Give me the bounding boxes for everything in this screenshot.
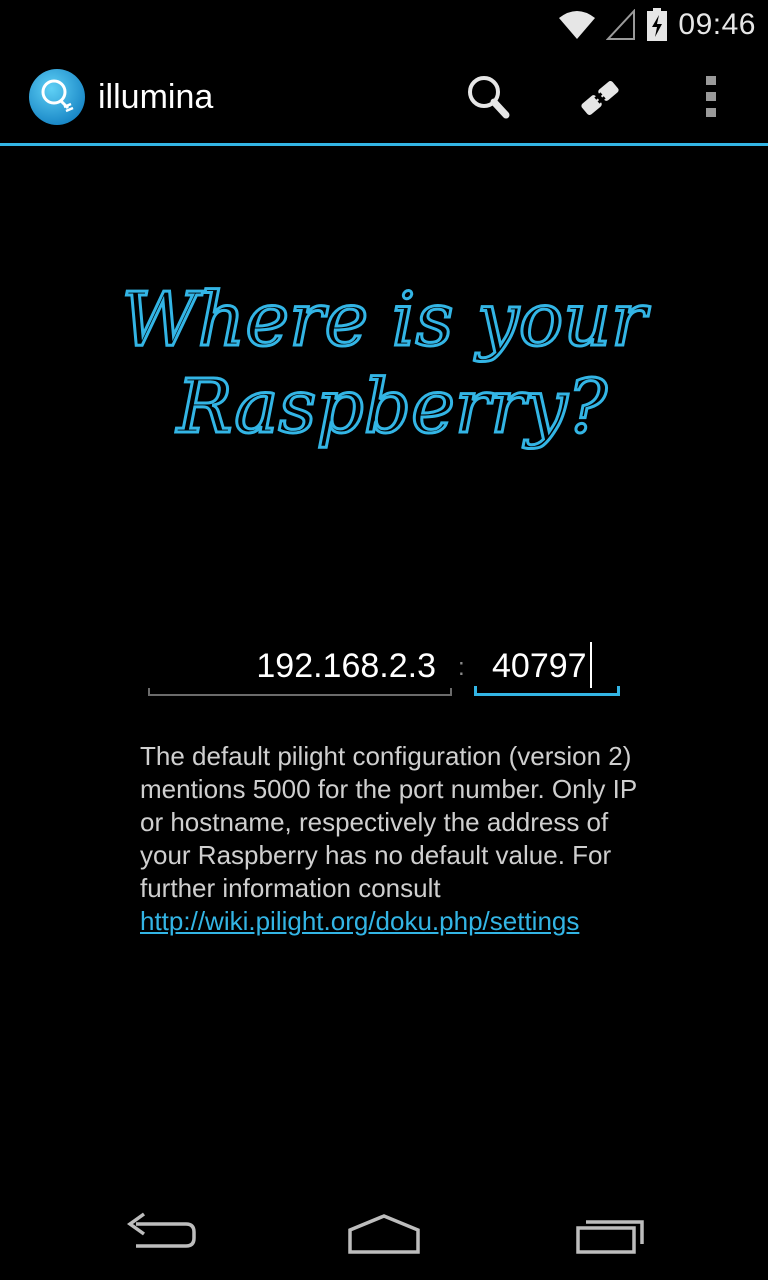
port-input[interactable] [474,640,620,692]
port-underline [474,686,620,696]
cell-signal-icon [606,9,636,40]
port-field[interactable] [474,640,620,696]
host-port-separator: : [458,654,465,681]
status-time: 09:46 [678,8,756,41]
action-bar-divider [0,143,768,146]
status-bar: 09:46 [0,0,768,50]
text-cursor [590,642,592,688]
settings-link[interactable]: http://wiki.pilight.org/doku.php/setting… [140,906,579,936]
recents-icon[interactable] [570,1206,650,1266]
heading-line-1: Where is your [122,277,651,363]
heading-line-2: Raspberry? [175,364,609,450]
plug-icon[interactable] [572,70,628,126]
wifi-icon [559,11,596,39]
overflow-menu-icon[interactable] [684,70,740,126]
battery-charging-icon [647,8,668,41]
search-icon[interactable] [460,70,516,126]
host-underline [148,688,452,696]
host-field[interactable] [148,640,452,696]
host-input[interactable] [148,640,452,692]
status-icons: 09:46 [558,4,756,46]
home-icon[interactable] [344,1206,424,1266]
back-icon[interactable] [122,1206,202,1266]
app-title: illumina [98,78,214,116]
description-body: The default pilight configuration (versi… [140,741,637,903]
app-logo-icon[interactable] [28,68,86,126]
description-text: The default pilight configuration (versi… [140,740,640,938]
heading: Where is your Raspberry? [120,276,652,452]
